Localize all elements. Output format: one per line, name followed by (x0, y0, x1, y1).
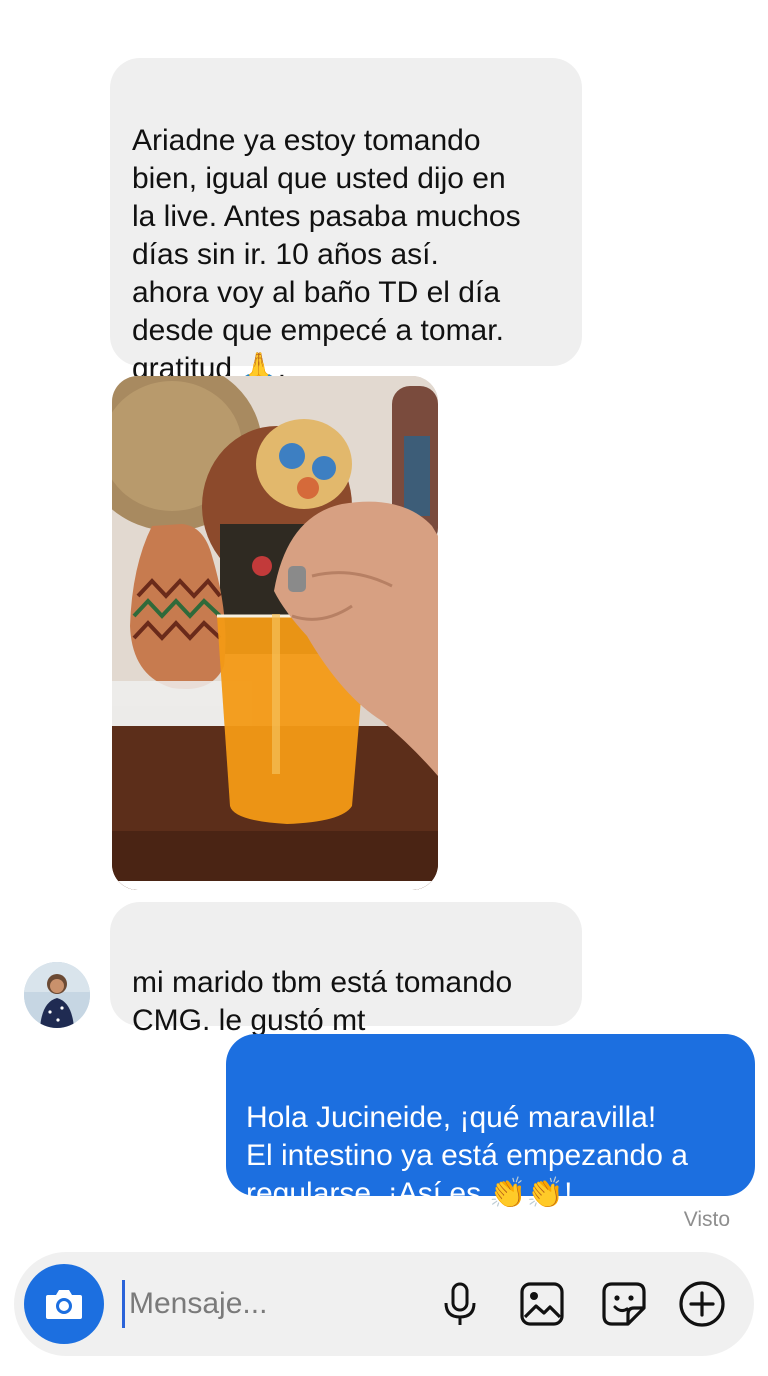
avatar-image (24, 962, 90, 1028)
message-text: Hola Jucineide, ¡qué maravilla! El intes… (246, 1101, 688, 1210)
incoming-message-bubble[interactable]: Ariadne ya estoy tomando bien, igual que… (110, 58, 582, 385)
sticker-button[interactable] (598, 1278, 650, 1330)
incoming-message-bubble[interactable]: mi marido tbm está tomando CMG. le gustó… (110, 902, 582, 1037)
message-text: mi marido tbm está tomando CMG. le gustó… (132, 966, 513, 1037)
sticker-icon (602, 1282, 646, 1326)
shared-photo[interactable] (112, 376, 438, 890)
microphone-icon (444, 1282, 476, 1325)
camera-icon (46, 1290, 82, 1319)
contact-avatar[interactable] (24, 962, 90, 1028)
microphone-button[interactable] (434, 1278, 486, 1330)
photo-image (112, 376, 438, 890)
camera-button[interactable] (24, 1264, 104, 1344)
outgoing-message-bubble[interactable]: Hola Jucineide, ¡qué maravilla! El intes… (226, 1034, 755, 1210)
message-text: Ariadne ya estoy tomando bien, igual que… (132, 124, 521, 385)
message-composer (14, 1252, 754, 1356)
plus-button[interactable] (676, 1278, 728, 1330)
gallery-button[interactable] (516, 1278, 568, 1330)
seen-status: Visto (683, 1208, 730, 1231)
gallery-icon (520, 1282, 564, 1326)
message-input[interactable] (122, 1280, 419, 1328)
plus-icon (679, 1281, 725, 1327)
